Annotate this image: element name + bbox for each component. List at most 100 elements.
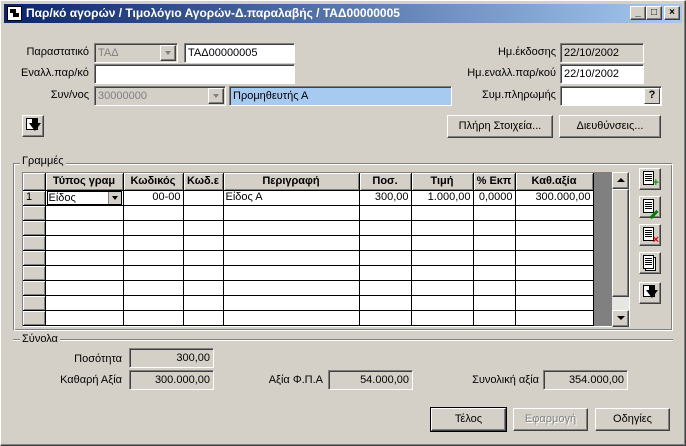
grid-cell[interactable] [183,220,224,236]
grid-cell[interactable] [359,295,412,311]
maximize-button[interactable]: □ [646,6,662,20]
grid-cell[interactable] [359,235,412,251]
grid-cell[interactable] [123,265,184,281]
grid-cell[interactable] [123,280,184,296]
grid-cell[interactable] [411,235,474,251]
help-button[interactable]: Οδηγίες [595,408,670,431]
close-button[interactable]: × [664,6,680,20]
grid-cell[interactable] [123,250,184,266]
row-type-combo[interactable]: Είδος [46,190,122,204]
grid-cell[interactable] [473,295,516,311]
partner-name-field[interactable]: Προμηθευτής Α [229,86,452,106]
column-header-qty[interactable]: Ποσ. [359,173,412,191]
grid-cell[interactable] [45,220,124,236]
addresses-button[interactable]: Διευθύνσεις... [559,115,661,138]
grid-cell[interactable] [515,220,594,236]
lines-grid[interactable]: Τύπος γραμ Κωδικός Κωδ.ε Περιγραφή Ποσ. … [22,172,630,327]
grid-cell[interactable] [223,250,360,266]
grid-cell[interactable] [123,235,184,251]
alt-date-field[interactable]: 22/10/2002 [560,64,644,84]
grid-cell[interactable] [45,295,124,311]
import-lines-button[interactable] [639,282,661,304]
grid-cell[interactable] [515,205,594,221]
grid-cell[interactable] [359,250,412,266]
grid-cell[interactable] [473,310,516,326]
grid-cell[interactable] [183,205,224,221]
grid-cell[interactable] [183,265,224,281]
grid-cell[interactable] [223,205,360,221]
grid-cell[interactable] [473,250,516,266]
grid-cell[interactable] [183,250,224,266]
table-row[interactable] [23,310,594,326]
table-row[interactable] [23,220,594,236]
grid-cell[interactable] [359,265,412,281]
apply-button[interactable]: Εφαρμογή [513,408,588,431]
row-net[interactable]: 300.000,00 [515,190,594,206]
scroll-down-button[interactable] [612,310,629,327]
table-row[interactable] [23,280,594,296]
payment-lookup-button[interactable]: ? [644,88,660,104]
grid-cell[interactable] [45,265,124,281]
lines-scrollbar[interactable] [612,172,629,327]
row-code[interactable]: 00-00 [123,190,184,206]
grid-cell[interactable] [223,235,360,251]
edit-line-button[interactable] [639,196,661,220]
grid-cell[interactable] [359,220,412,236]
grid-cell[interactable] [45,235,124,251]
grid-cell[interactable] [411,250,474,266]
grid-cell[interactable] [411,310,474,326]
grid-cell[interactable] [515,295,594,311]
delete-line-button[interactable]: × [639,224,661,246]
table-row[interactable] [23,205,594,221]
grid-cell[interactable] [515,310,594,326]
grid-cell[interactable] [183,310,224,326]
column-header-price[interactable]: Τιμή [411,173,474,191]
grid-cell[interactable] [359,310,412,326]
row-qty[interactable]: 300,00 [359,190,412,206]
column-header-code-e[interactable]: Κωδ.ε [183,173,224,191]
row-discount[interactable]: 0,0000 [473,190,516,206]
payment-field[interactable]: ? [560,86,662,106]
grid-cell[interactable] [123,310,184,326]
grid-cell[interactable] [45,205,124,221]
grid-cell[interactable] [359,280,412,296]
document-number-field[interactable]: ΤΑΔ00000005 [184,43,295,63]
grid-cell[interactable] [45,310,124,326]
title-bar[interactable]: Παρ/κό αγορών / Τιμολόγιο Αγορών-Δ.παραλ… [4,4,682,23]
grid-cell[interactable] [123,295,184,311]
grid-cell[interactable] [411,220,474,236]
grid-cell[interactable] [473,280,516,296]
grid-cell[interactable] [123,220,184,236]
add-line-button[interactable]: + [639,168,661,190]
grid-cell[interactable] [411,280,474,296]
chevron-down-icon[interactable] [107,191,121,204]
column-header-code[interactable]: Κωδικός [123,173,184,191]
grid-cell[interactable] [45,250,124,266]
row-description[interactable]: Είδος Α [223,190,360,206]
row-type-cell[interactable]: Είδος [45,190,124,206]
row-price[interactable]: 1.000,00 [411,190,474,206]
grid-cell[interactable] [411,295,474,311]
grid-cell[interactable] [223,310,360,326]
minimize-button[interactable]: _ [630,6,646,20]
grid-cell[interactable] [183,295,224,311]
grid-cell[interactable] [473,265,516,281]
grid-cell[interactable] [515,250,594,266]
table-row[interactable] [23,265,594,281]
grid-cell[interactable] [359,205,412,221]
table-row[interactable] [23,250,594,266]
grid-cell[interactable] [515,235,594,251]
grid-cell[interactable] [411,265,474,281]
grid-cell[interactable] [473,220,516,236]
table-row[interactable]: 1 Είδος 00-00 Είδος Α 300,00 1.000,00 0,… [23,190,594,206]
column-header-net[interactable]: Καθ.αξία [515,173,594,191]
row-code-e[interactable] [183,190,224,206]
table-row[interactable] [23,295,594,311]
table-row[interactable] [23,235,594,251]
grid-cell[interactable] [515,280,594,296]
grid-cell[interactable] [183,280,224,296]
import-button[interactable] [22,115,44,137]
copy-line-button[interactable] [639,252,661,274]
grid-cell[interactable] [45,280,124,296]
grid-cell[interactable] [473,205,516,221]
